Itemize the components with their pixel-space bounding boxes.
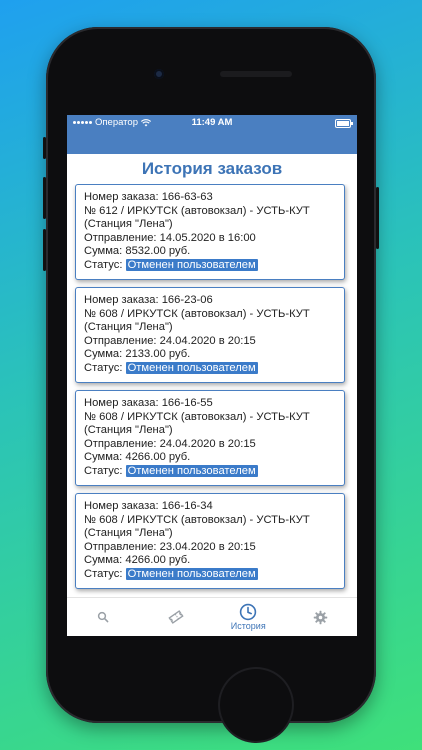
status-badge: Отменен пользователем	[125, 464, 258, 477]
order-status: Статус: Отменен пользователем	[84, 361, 336, 376]
order-station: (Станция "Лена")	[84, 321, 173, 334]
tab-history[interactable]: История	[212, 598, 285, 636]
order-number: Номер заказа: 166-63-63	[84, 191, 213, 203]
tab-settings[interactable]	[285, 598, 358, 636]
page-title: История заказов	[141, 159, 283, 178]
order-card[interactable]: Номер заказа: 166-23-06 № 608 / ИРКУТСК …	[75, 287, 345, 383]
tab-search[interactable]	[67, 598, 140, 636]
order-station: (Станция "Лена")	[84, 424, 173, 437]
order-number: Номер заказа: 166-16-55	[84, 397, 213, 409]
battery-icon	[335, 119, 353, 128]
order-status: Статус: Отменен пользователем	[84, 464, 336, 479]
order-status-label: Статус:	[84, 361, 123, 374]
order-sum: Сумма: 8532.00 руб.	[84, 245, 191, 258]
status-badge: Отменен пользователем	[125, 361, 258, 374]
earpiece-speaker	[220, 71, 292, 77]
order-number: Номер заказа: 166-23-06	[84, 294, 213, 306]
status-badge: Отменен пользователем	[125, 567, 258, 580]
order-status: Статус: Отменен пользователем	[84, 567, 336, 582]
clock-icon	[240, 603, 257, 621]
order-sum: Сумма: 4266.00 руб.	[84, 554, 191, 567]
order-number: Номер заказа: 166-16-34	[84, 500, 213, 512]
order-departure: Отправление: 23.04.2020 в 20:15	[84, 540, 256, 553]
front-camera	[154, 69, 164, 79]
power-button	[376, 187, 379, 249]
order-card[interactable]: Номер заказа: 166-16-55 № 608 / ИРКУТСК …	[75, 390, 345, 486]
order-card[interactable]: Номер заказа: 166-16-34 № 608 / ИРКУТСК …	[75, 493, 345, 589]
order-sum: Сумма: 2133.00 руб.	[84, 348, 191, 361]
order-status: Статус: Отменен пользователем	[84, 258, 336, 273]
app-screen: Оператор 11:49 AM История заказов Номер …	[67, 115, 357, 636]
tab-history-label: История	[230, 621, 266, 631]
home-button[interactable]	[220, 669, 292, 741]
volume-down-button	[43, 229, 46, 271]
navigation-bar	[67, 131, 357, 154]
ticket-icon	[168, 610, 184, 624]
order-station: (Станция "Лена")	[84, 527, 173, 540]
gear-icon	[314, 610, 328, 624]
order-station: (Станция "Лена")	[84, 218, 173, 231]
tab-tickets[interactable]	[140, 598, 213, 636]
order-route: № 608 / ИРКУТСК (автовокзал) - УСТЬ-КУТ	[84, 307, 310, 320]
order-departure: Отправление: 24.04.2020 в 20:15	[84, 437, 256, 450]
order-route: № 608 / ИРКУТСК (автовокзал) - УСТЬ-КУТ	[84, 410, 310, 423]
status-bar: Оператор 11:49 AM	[67, 115, 357, 131]
status-badge: Отменен пользователем	[125, 258, 258, 271]
status-time: 11:49 AM	[191, 117, 233, 128]
order-status-label: Статус:	[84, 567, 123, 580]
order-departure: Отправление: 14.05.2020 в 16:00	[84, 231, 256, 244]
search-icon	[98, 611, 109, 623]
order-route: № 608 / ИРКУТСК (автовокзал) - УСТЬ-КУТ	[84, 513, 310, 526]
order-sum: Сумма: 4266.00 руб.	[84, 451, 191, 464]
tab-bar: История	[67, 597, 357, 636]
volume-up-button	[43, 177, 46, 219]
order-departure: Отправление: 24.04.2020 в 20:15	[84, 334, 256, 347]
order-route: № 612 / ИРКУТСК (автовокзал) - УСТЬ-КУТ	[84, 204, 310, 217]
orders-list[interactable]: Номер заказа: 166-63-63 № 612 / ИРКУТСК …	[67, 184, 357, 598]
order-status-label: Статус:	[84, 258, 123, 271]
order-status-label: Статус:	[84, 464, 123, 477]
mute-switch	[43, 137, 46, 159]
order-card[interactable]: Номер заказа: 166-63-63 № 612 / ИРКУТСК …	[75, 184, 345, 280]
